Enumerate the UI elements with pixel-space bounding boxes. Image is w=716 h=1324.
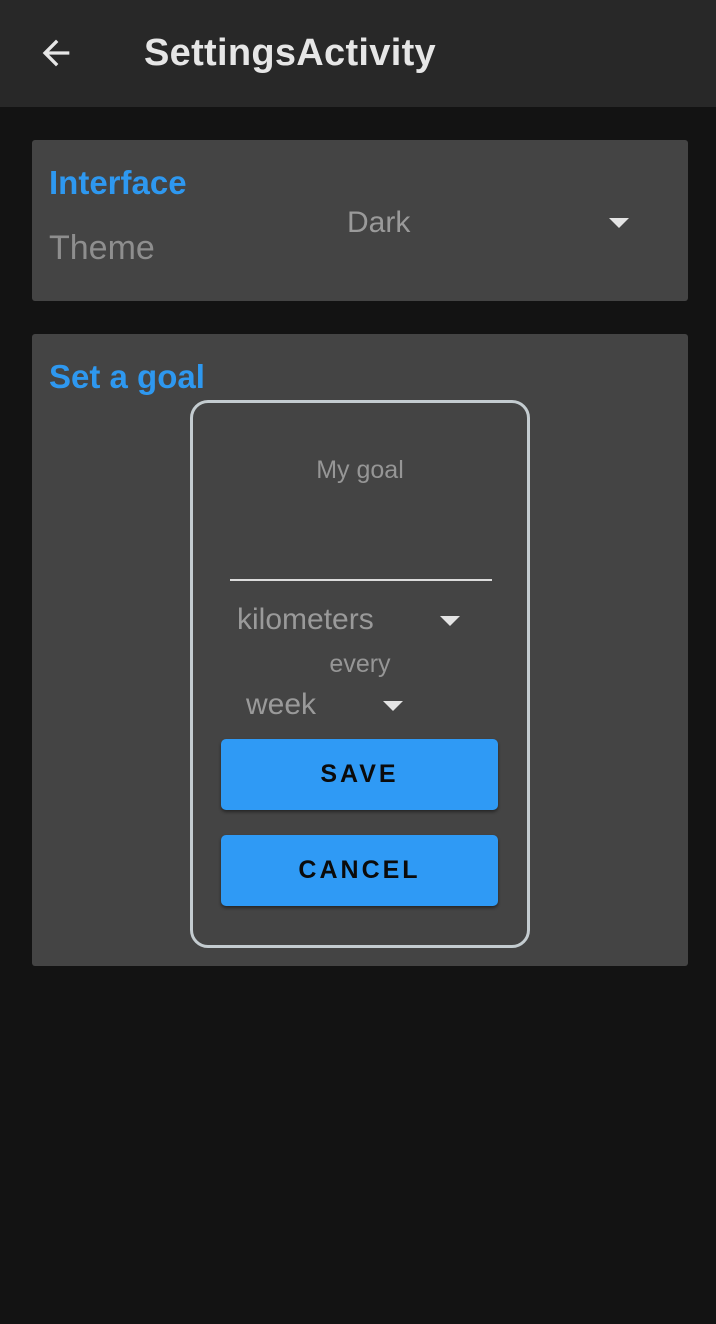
caret-down-icon [440,616,460,626]
caret-down-icon [609,218,629,228]
interface-section-title: Interface [49,164,187,201]
goal-dialog: My goal kilometers every week SAVE CANCE… [190,400,530,948]
back-button[interactable] [28,25,84,81]
goal-section-title: Set a goal [49,358,205,395]
caret-down-icon [383,701,403,711]
arrow-back-icon [42,39,70,67]
goal-input[interactable] [230,503,492,581]
theme-dropdown-value: Dark [347,206,411,239]
goal-input-hint: My goal [316,456,404,484]
period-dropdown-value: week [246,688,317,721]
theme-dropdown[interactable]: Dark [332,195,648,251]
unit-dropdown[interactable]: kilometers [223,595,473,645]
app-title: SettingsActivity [144,32,436,74]
save-button[interactable]: SAVE [221,739,498,810]
interface-card: Interface Theme Dark [32,140,688,301]
cancel-button[interactable]: CANCEL [221,835,498,906]
every-label: every [329,650,391,678]
app-bar: SettingsActivity [0,0,716,107]
theme-label: Theme [49,229,155,267]
period-dropdown[interactable]: week [233,680,423,730]
unit-dropdown-value: kilometers [237,603,374,636]
